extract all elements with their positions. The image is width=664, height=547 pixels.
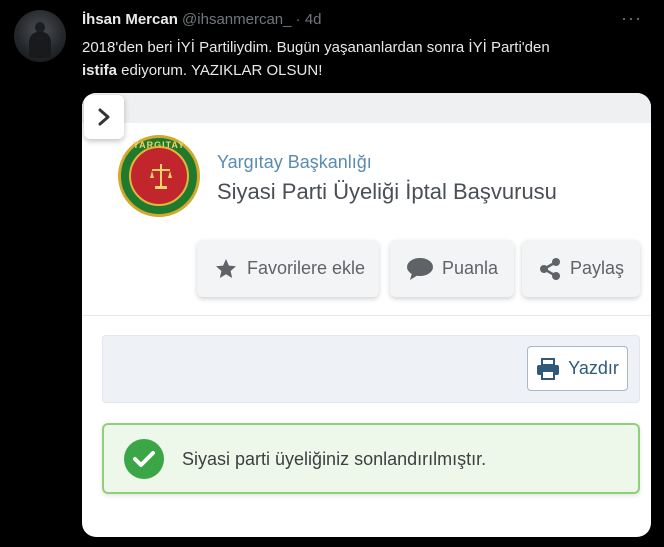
avatar[interactable] xyxy=(14,10,66,62)
share-button[interactable]: Paylaş xyxy=(522,240,640,297)
success-alert: Siyasi parti üyeliğiniz sonlandırılmıştı… xyxy=(102,423,640,494)
alert-message: Siyasi parti üyeliğiniz sonlandırılmıştı… xyxy=(182,449,487,469)
attached-image-card[interactable]: YARGITAY Yargıtay Başkanlığı Siyasi Part… xyxy=(82,93,651,537)
print-button[interactable]: Yazdır xyxy=(527,346,628,391)
separator: · xyxy=(295,11,301,28)
card-top-bar xyxy=(82,93,651,123)
timestamp[interactable]: 4d xyxy=(305,11,322,28)
avatar-figure xyxy=(29,32,51,58)
rate-label: Puanla xyxy=(442,258,499,278)
organization-link[interactable]: Yargıtay Başkanlığı xyxy=(217,152,372,173)
comment-icon xyxy=(406,257,434,281)
favorite-label: Favorilere ekle xyxy=(247,258,366,278)
print-label: Yazdır xyxy=(568,358,619,378)
yargitay-seal-logo: YARGITAY xyxy=(118,135,200,217)
favorite-button[interactable]: Favorilere ekle xyxy=(197,240,379,297)
tweet-rest: ediyorum. YAZIKLAR OLSUN! xyxy=(117,62,323,79)
tweet-header: İhsan Mercan @ihsanmercan_ · 4d xyxy=(82,10,322,30)
share-icon xyxy=(538,257,562,281)
author-name[interactable]: İhsan Mercan xyxy=(82,11,178,28)
more-icon[interactable]: ··· xyxy=(621,9,642,27)
tweet-bold-word: istifa xyxy=(82,62,118,79)
share-label: Paylaş xyxy=(570,258,625,278)
divider xyxy=(82,315,651,316)
check-circle-icon xyxy=(124,439,164,479)
chevron-right-icon[interactable] xyxy=(84,95,124,139)
scales-icon xyxy=(150,164,172,189)
star-icon xyxy=(213,257,239,281)
tweet-line-1: 2018'den beri İYİ Partiliydim. Bugün yaş… xyxy=(82,39,550,56)
author-handle[interactable]: @ihsanmercan_ xyxy=(182,11,291,28)
rate-button[interactable]: Puanla xyxy=(390,240,514,297)
tweet-text: 2018'den beri İYİ Partiliydim. Bugün yaş… xyxy=(82,36,642,82)
seal-ring xyxy=(129,146,189,206)
printer-icon xyxy=(536,357,560,380)
page-title: Siyasi Parti Üyeliği İptal Başvurusu xyxy=(217,179,557,204)
